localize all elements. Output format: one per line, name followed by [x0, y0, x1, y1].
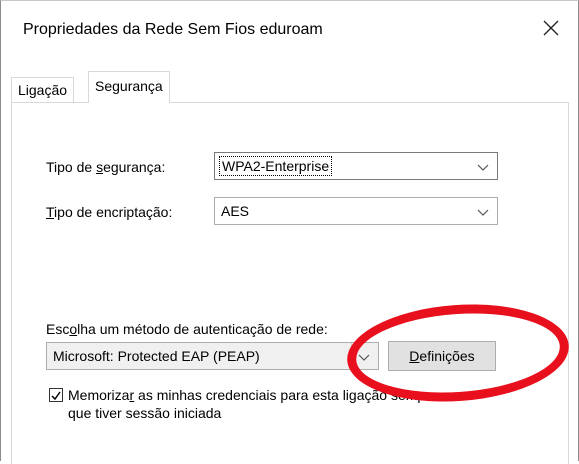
- encryption-type-label: Tipo de encriptação:: [46, 204, 172, 220]
- close-icon[interactable]: [538, 15, 564, 41]
- accelerator-key: o: [69, 321, 78, 337]
- remember-credentials-label[interactable]: Memorizar as minhas credenciais para est…: [68, 386, 438, 422]
- label-line-1: Memorizar as minhas credenciais para est…: [68, 386, 438, 404]
- tab-label: Segurança: [95, 78, 163, 94]
- chevron-down-icon: [477, 160, 489, 172]
- security-type-dropdown[interactable]: WPA2-Enterprise: [214, 152, 498, 180]
- label-part: Memoriza: [68, 387, 130, 403]
- label-part: lha um método de autenticação de rede:: [77, 321, 328, 337]
- remember-credentials-checkbox[interactable]: [49, 388, 63, 402]
- settings-button[interactable]: Definições: [388, 341, 496, 371]
- accelerator-key: T: [46, 204, 55, 220]
- dialog-window: Propriedades da Rede Sem Fios eduroam Li…: [0, 0, 579, 464]
- tab-ligacao[interactable]: Ligação: [11, 77, 75, 102]
- button-label: efinições: [419, 348, 475, 364]
- label-part: Esc: [46, 321, 70, 337]
- tab-seguranca[interactable]: Segurança: [88, 71, 170, 103]
- auth-method-dropdown[interactable]: Microsoft: Protected EAP (PEAP): [46, 342, 379, 370]
- auth-method-label: Escolha um método de autenticação de red…: [46, 321, 328, 337]
- security-type-value: WPA2-Enterprise: [219, 156, 333, 176]
- chevron-down-icon: [358, 350, 370, 362]
- encryption-type-dropdown[interactable]: AES: [214, 197, 498, 225]
- label-part: as minhas credenciais para esta ligação …: [134, 387, 438, 403]
- title-bar[interactable]: Propriedades da Rede Sem Fios eduroam: [1, 1, 578, 59]
- chevron-down-icon: [477, 205, 489, 217]
- label-line-2: que tiver sessão iniciada: [68, 405, 222, 421]
- auth-method-value: Microsoft: Protected EAP (PEAP): [53, 348, 260, 364]
- label-part: egurança:: [103, 159, 166, 175]
- window-title: Propriedades da Rede Sem Fios eduroam: [23, 21, 323, 38]
- tab-label: Ligação: [18, 82, 68, 98]
- label-part: Tipo de: [46, 159, 97, 175]
- label-part: ipo de encriptação:: [54, 204, 173, 220]
- dropdown-separator: [351, 343, 352, 369]
- encryption-type-value: AES: [221, 203, 250, 219]
- accelerator-key: D: [409, 348, 420, 364]
- checkmark-icon: [51, 391, 61, 401]
- security-type-label: Tipo de segurança:: [46, 159, 165, 175]
